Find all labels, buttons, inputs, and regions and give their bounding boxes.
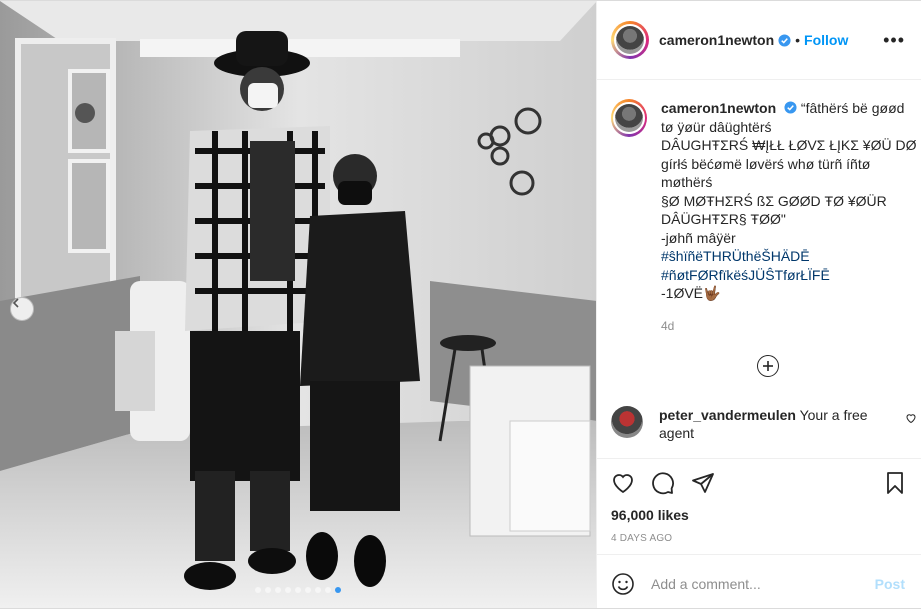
- caption: cameron1newton “fâthërś bë gøød tø ÿøür …: [597, 81, 921, 335]
- caption-line: §Ø MØŦHΣRŚ ßΣ GØØD ŦØ ¥ØÜR: [661, 192, 887, 209]
- carousel-dot: [315, 587, 321, 593]
- carousel-dot: [295, 587, 301, 593]
- carousel-dot: [335, 587, 341, 593]
- post-photo[interactable]: [0, 1, 597, 608]
- share-icon[interactable]: [691, 471, 715, 495]
- post-side-panel: cameron1newton • Follow ••• cameron1newt…: [597, 1, 921, 608]
- caption-username[interactable]: cameron1newton: [661, 100, 776, 116]
- post-container: cameron1newton • Follow ••• cameron1newt…: [0, 0, 921, 609]
- caption-line: -jøhñ mâÿër: [661, 229, 736, 246]
- author-avatar[interactable]: [611, 21, 649, 59]
- caption-line: DÂÜGHŦΣR§ ŦØØ": [661, 211, 786, 227]
- post-actions: 96,000 likes 4 DAYS AGO Post: [597, 458, 921, 609]
- commenter-avatar[interactable]: [611, 406, 643, 438]
- post-comment-button[interactable]: Post: [875, 576, 905, 592]
- post-header: cameron1newton • Follow •••: [597, 1, 921, 80]
- add-comment-input[interactable]: [651, 575, 875, 592]
- carousel-dots: [0, 587, 596, 593]
- comments-section: cameron1newton “fâthërś bë gøød tø ÿøür …: [597, 81, 921, 459]
- comment-like-icon[interactable]: [905, 412, 917, 424]
- author-username[interactable]: cameron1newton: [659, 32, 774, 48]
- verified-icon: [784, 101, 797, 114]
- caption-time[interactable]: 4d: [661, 317, 911, 336]
- caption-line: gírłś bëćømë løvërś whø türñ íñtø: [661, 155, 871, 172]
- comment-item: peter_vandermeulen Your a free agent: [611, 406, 917, 442]
- caption-avatar[interactable]: [611, 99, 647, 137]
- heart-icon[interactable]: [611, 471, 635, 495]
- carousel-dot: [265, 587, 271, 593]
- hashtag-link[interactable]: #ŝhïñëTHRÜthëŠHÄDĒ: [661, 247, 911, 266]
- emoji-icon[interactable]: [611, 572, 635, 596]
- caption-line: “fâthërś bë gøød: [800, 100, 905, 116]
- caption-line: møthërś: [661, 174, 713, 190]
- comment-text: peter_vandermeulen Your a free agent: [659, 406, 879, 442]
- bookmark-icon[interactable]: [883, 471, 907, 495]
- photo-illustration: [0, 1, 596, 608]
- carousel-dot: [325, 587, 331, 593]
- carousel-dot: [305, 587, 311, 593]
- post-timestamp[interactable]: 4 DAYS AGO: [597, 523, 921, 544]
- carousel-dot: [275, 587, 281, 593]
- load-more-comments-button[interactable]: [757, 355, 779, 377]
- caption-line: DÂUGHŦΣRŚ ₩ĮŁŁ ŁØVΣ ŁĮKΣ ¥ØÜ DØ: [661, 137, 917, 153]
- follow-button[interactable]: Follow: [804, 32, 848, 48]
- commenter-username[interactable]: peter_vandermeulen: [659, 407, 796, 423]
- hashtag-link[interactable]: #ñøtFØRfïkëśJÜŜTførŁÏFĒ: [661, 266, 911, 285]
- comment-icon[interactable]: [651, 471, 675, 495]
- more-icon[interactable]: •••: [883, 30, 905, 51]
- add-circle-icon: [763, 361, 773, 371]
- verified-icon: [778, 33, 791, 47]
- add-comment-bar: Post: [597, 554, 921, 609]
- caption-line: tø ÿøür dâüghtërś: [661, 118, 772, 135]
- carousel-prev-button[interactable]: [10, 297, 34, 321]
- caption-signoff: -1ØVË🤟🏾: [661, 285, 721, 301]
- caption-text: cameron1newton “fâthërś bë gøød tø ÿøür …: [661, 99, 917, 336]
- likes-count[interactable]: 96,000 likes: [597, 499, 921, 523]
- carousel-dot: [285, 587, 291, 593]
- header-separator: •: [795, 32, 801, 48]
- chevron-left-icon: [12, 298, 19, 308]
- carousel-dot: [255, 587, 261, 593]
